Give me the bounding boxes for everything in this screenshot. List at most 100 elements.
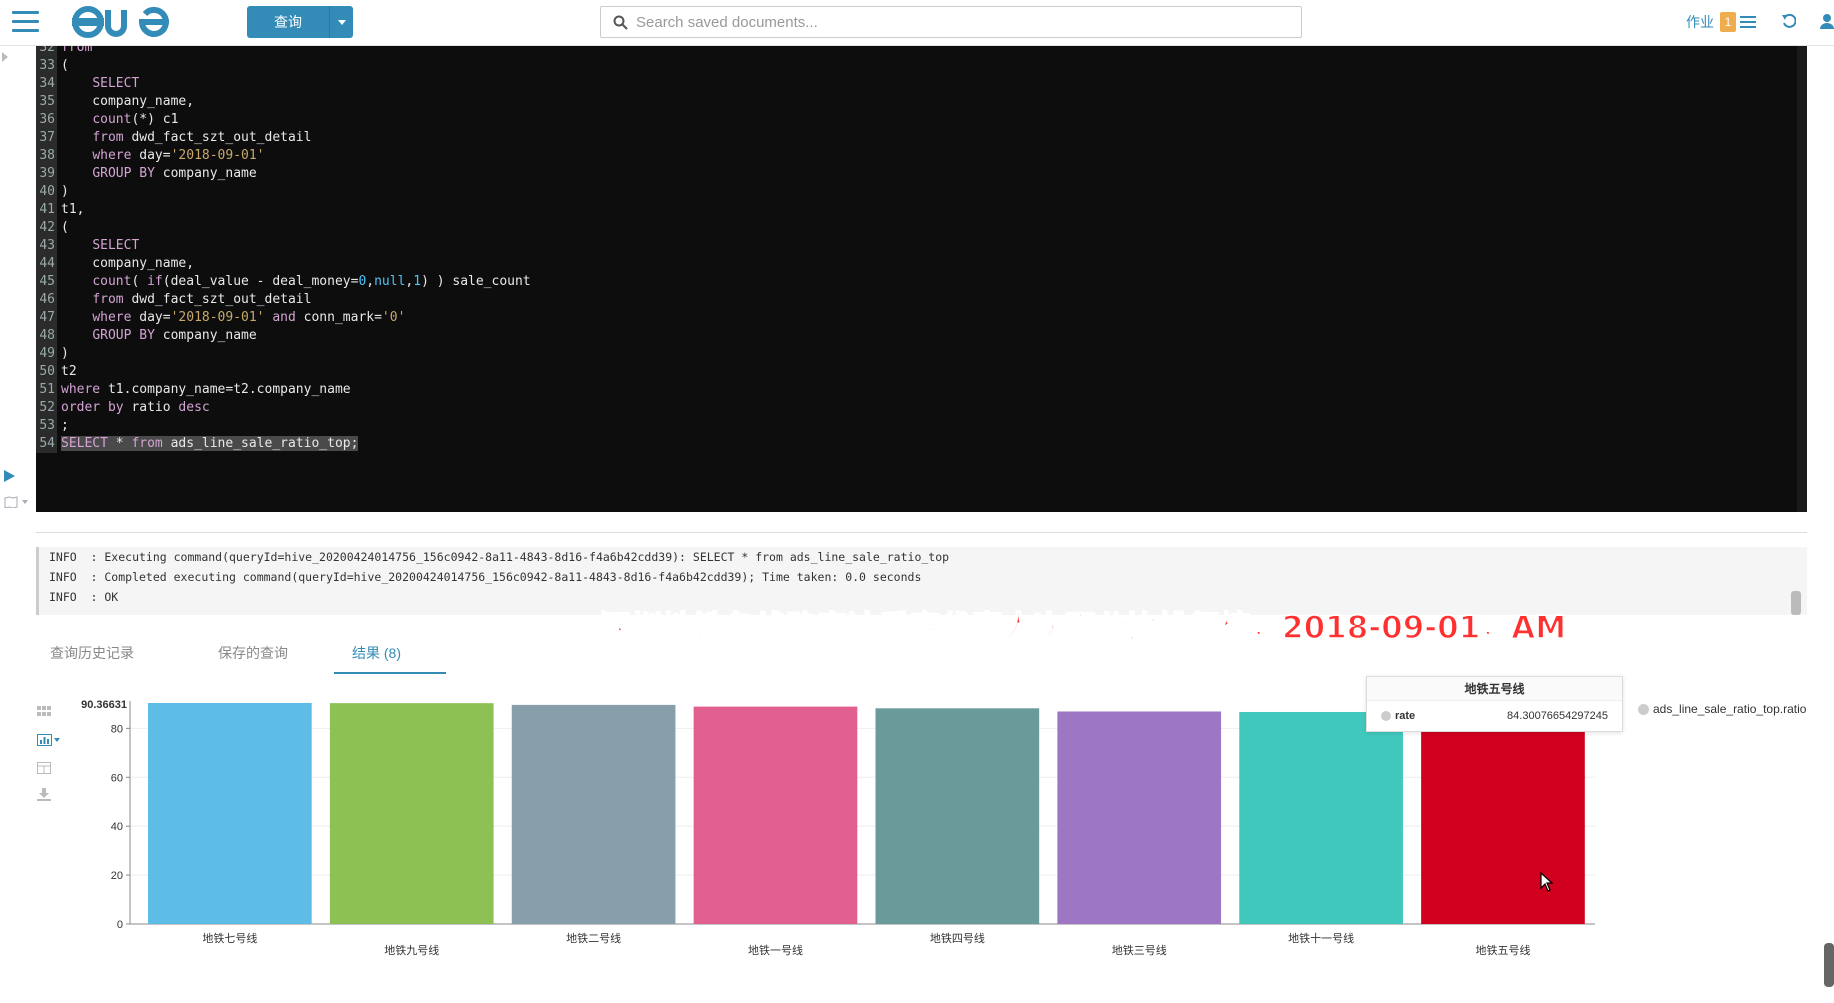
code-text: GROUP BY company_name [92,328,257,343]
tooltip-title: 地铁五号线 [1367,677,1622,701]
active-tab-indicator [334,672,446,674]
line-number: 39 [36,165,57,183]
play-icon[interactable] [4,470,15,482]
code-text: ( [61,58,69,73]
code-line[interactable]: 41 t1, [36,201,84,219]
query-button-label: 查询 [274,14,302,30]
code-text: from dwd_fact_szt_out_detail [92,292,312,307]
code-line[interactable]: 39 GROUP BY company_name [36,165,257,183]
chart-bar [148,703,312,924]
code-line[interactable]: 32 from [36,46,92,57]
code-line[interactable]: 38 where day='2018-09-01' [36,147,265,165]
code-text: ) [61,184,69,199]
code-text: ) [61,346,69,361]
query-button[interactable]: 查询 [247,6,353,38]
code-text: t1, [61,202,85,217]
code-text: order by ratio desc [61,400,210,415]
line-number: 33 [36,57,57,75]
y-tick-label: 80 [111,723,123,735]
log-line: INFO : Completed executing command(query… [49,570,922,584]
code-text: where t1.company_name=t2.company_name [61,382,351,397]
code-text: SELECT [92,238,140,253]
tooltip-key: rate [1395,710,1416,722]
download-icon[interactable] [37,788,51,801]
grid-icon[interactable] [37,706,51,718]
code-line[interactable]: 35 company_name, [36,93,194,111]
code-line[interactable]: 43 SELECT [36,237,139,255]
map-icon[interactable] [4,496,30,508]
code-line[interactable]: 50 t2 [36,363,77,381]
chart-legend[interactable]: ads_line_sale_ratio_top.ratio [1638,702,1806,716]
page-scrollbar[interactable] [1824,943,1834,987]
code-line[interactable]: 49) [36,345,69,363]
code-line[interactable]: 36 count(*) c1 [36,111,178,129]
x-tick-label: 地铁十一号线 [1288,931,1354,945]
series-dot-icon [1381,711,1391,721]
editor-left-gutter [0,46,36,546]
code-text: company_name, [61,94,195,109]
code-line[interactable]: 47 where day='2018-09-01' and conn_mark=… [36,309,405,327]
mouse-cursor-icon [1540,872,1554,892]
code-line[interactable]: 45 count( if(deal_value - deal_money=0,n… [36,273,531,291]
chart-bar [1421,717,1585,924]
list-icon [1740,16,1756,28]
code-line[interactable]: 52 order by ratio desc [36,399,210,417]
code-line[interactable]: 54 SELECT * from ads_line_sale_ratio_top; [36,435,359,453]
line-number: 37 [36,129,57,147]
user-icon[interactable] [1820,13,1834,29]
hue-logo[interactable] [72,5,176,39]
y-tick-label: 60 [111,772,123,784]
sql-editor[interactable]: 32 from 33(34 SELECT 35 company_name, 36 cou… [36,46,1807,512]
y-tick-label: 40 [111,821,123,833]
x-tick-label: 地铁三号线 [1112,943,1167,957]
editor-scrollbar[interactable] [1797,46,1807,512]
hamburger-menu-icon[interactable] [12,11,39,33]
tab-results[interactable]: 结果 (8) [352,640,401,676]
chevron-right-icon[interactable] [2,52,8,62]
code-line[interactable]: 46 from dwd_fact_szt_out_detail [36,291,311,309]
code-line[interactable]: 33 ( [36,57,69,75]
code-line[interactable]: 51 where t1.company_name=t2.company_name [36,381,351,399]
code-line[interactable]: 53; [36,417,69,435]
line-number: 42 [36,219,57,237]
line-number: 44 [36,255,57,273]
y-max-label: 90.36631 [81,699,127,711]
x-tick-label: 地铁二号线 [566,931,621,945]
line-number: 49 [36,345,57,363]
code-line[interactable]: 34 SELECT [36,75,139,93]
line-number: 54 [36,435,57,453]
history-icon[interactable] [1782,13,1796,29]
line-number: 38 [36,147,57,165]
tooltip-value: 84.30076654297245 [1507,710,1608,722]
x-tick-label: 地铁五号线 [1475,943,1530,957]
table-icon[interactable] [37,762,51,774]
tab-query-history[interactable]: 查询历史记录 [50,640,134,676]
panel-splitter[interactable] [36,532,1807,533]
overlay-caption: 深圳地铁各线路直达乘客优惠人次百分比排行榜，2018-09-01，AM [599,609,1567,647]
search-bar[interactable] [600,6,1302,38]
code-line[interactable]: 37 from dwd_fact_szt_out_detail [36,129,311,147]
code-text: ( [61,220,69,235]
jobs-button[interactable]: 作业 1 [1686,12,1756,32]
x-tick-label: 地铁四号线 [930,931,985,945]
line-number: 34 [36,75,57,93]
log-scrollbar[interactable] [1791,591,1801,615]
chart-bar [329,703,494,924]
code-text: from [61,46,93,55]
code-line[interactable]: 44 company_name, [36,255,194,273]
legend-label: ads_line_sale_ratio_top.ratio [1653,702,1807,716]
chevron-down-icon[interactable] [329,6,353,38]
tab-saved-queries[interactable]: 保存的查询 [218,640,288,676]
chart-bar [1239,711,1403,924]
code-line[interactable]: 48 GROUP BY company_name [36,327,257,345]
code-line[interactable]: 40) [36,183,69,201]
code-text: where day='2018-09-01' [92,148,265,163]
jobs-label: 作业 [1686,14,1714,30]
line-number: 46 [36,291,57,309]
search-input[interactable] [636,13,1276,31]
line-number: 43 [36,237,57,255]
jobs-count-badge: 1 [1720,12,1736,32]
results-bar-chart: 0 20 40 60 80 90.36631 地铁七号线地铁九号线 地铁二号线地铁一号线 地铁四… [81,699,1595,957]
code-line[interactable]: 42 ( [36,219,69,237]
search-icon [613,15,628,30]
